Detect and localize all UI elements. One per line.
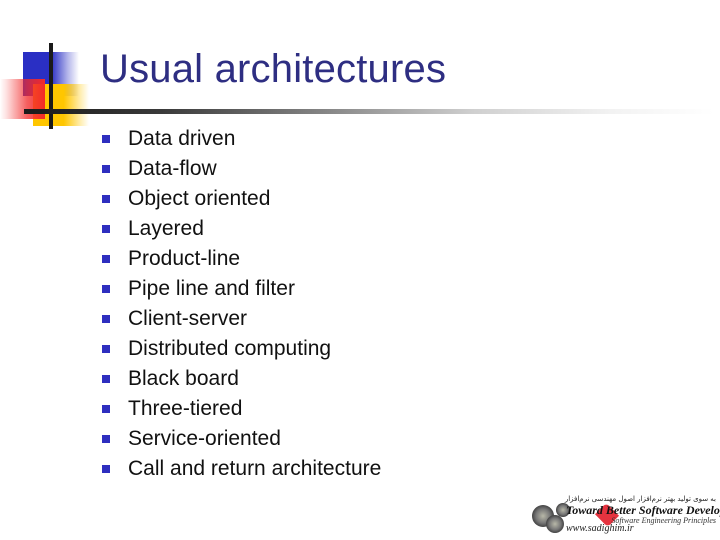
square-bullet-icon	[102, 465, 110, 473]
square-bullet-icon	[102, 255, 110, 263]
square-bullet-icon	[102, 375, 110, 383]
footer-persian-text: به سوی تولید بهتر نرم‌افزار اصول مهندسی …	[564, 495, 716, 503]
footer-url: www.sadighim.ir	[566, 523, 634, 534]
slide-title: Usual architectures	[100, 47, 447, 91]
square-bullet-icon	[102, 285, 110, 293]
square-bullet-icon	[102, 225, 110, 233]
square-bullet-icon	[102, 135, 110, 143]
list-item-label: Distributed computing	[128, 337, 332, 360]
square-bullet-icon	[102, 345, 110, 353]
list-item-label: Call and return architecture	[128, 457, 382, 480]
gear-icon	[546, 515, 564, 533]
list-item-label: Product-line	[128, 247, 241, 270]
list-item-label: Data driven	[128, 127, 236, 150]
list-item-label: Layered	[128, 217, 204, 240]
list-item-label: Three-tiered	[128, 397, 243, 420]
list-item-label: Service-oriented	[128, 427, 281, 450]
title-underline-divider	[24, 109, 714, 114]
list-item-label: Client-server	[128, 307, 248, 330]
square-bullet-icon	[102, 195, 110, 203]
square-bullet-icon	[102, 315, 110, 323]
square-bullet-icon	[102, 165, 110, 173]
list-item-label: Black board	[128, 367, 239, 390]
list-item-label: Object oriented	[128, 187, 271, 210]
decorative-vertical-line	[49, 43, 53, 129]
list-item-label: Data-flow	[128, 157, 217, 180]
square-bullet-icon	[102, 405, 110, 413]
square-bullet-icon	[102, 435, 110, 443]
list-item-label: Pipe line and filter	[128, 277, 295, 300]
footer-logo: به سوی تولید بهتر نرم‌افزار اصول مهندسی …	[528, 495, 720, 537]
